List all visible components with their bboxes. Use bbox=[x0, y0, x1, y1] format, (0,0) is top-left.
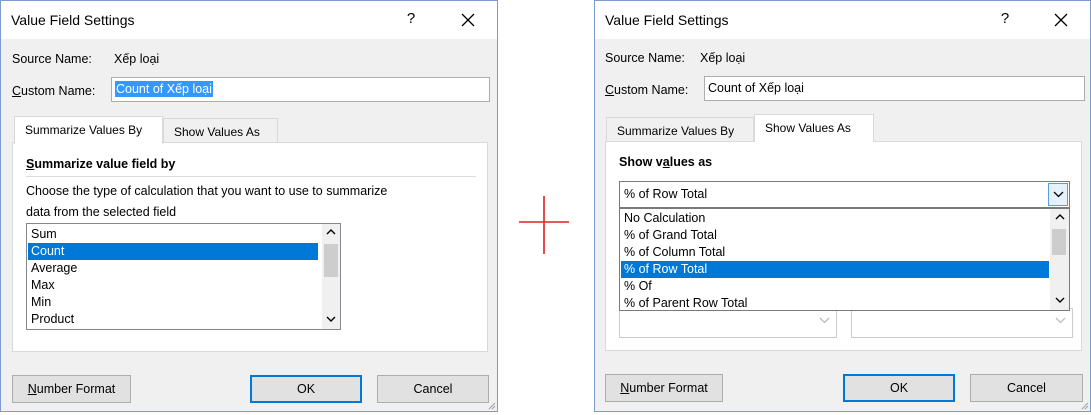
chevron-down-icon[interactable] bbox=[1051, 310, 1071, 336]
chevron-up-icon[interactable] bbox=[1050, 209, 1069, 226]
list-item-min[interactable]: Min bbox=[28, 294, 318, 311]
tab-show-values-as[interactable]: Show Values As bbox=[163, 118, 278, 143]
close-icon[interactable] bbox=[1050, 9, 1072, 31]
chevron-down-icon[interactable] bbox=[1048, 183, 1068, 206]
value-field-settings-dialog-right: Value Field Settings ? Source Name: Xếp … bbox=[594, 0, 1091, 412]
description-line-2: data from the selected field bbox=[26, 205, 177, 219]
custom-name-input[interactable]: Count of Xếp loại bbox=[111, 77, 490, 102]
base-item-dropdown[interactable] bbox=[851, 308, 1073, 338]
chevron-down-icon[interactable] bbox=[322, 312, 340, 329]
chevron-down-icon[interactable] bbox=[815, 310, 835, 336]
title-bar: Value Field Settings ? bbox=[595, 1, 1090, 39]
dropdown-item-percent-of[interactable]: % Of bbox=[621, 278, 1049, 295]
dropdown-item-column-total[interactable]: % of Column Total bbox=[621, 244, 1049, 261]
tab-show-values-as[interactable]: Show Values As bbox=[754, 114, 874, 142]
base-field-dropdown[interactable] bbox=[619, 308, 837, 338]
chevron-down-icon[interactable] bbox=[1050, 293, 1069, 310]
list-item-average[interactable]: Average bbox=[28, 260, 318, 277]
source-name-value: Xếp loại bbox=[114, 52, 160, 66]
tab-panel: Show values as % of Row Total No Calcula… bbox=[605, 141, 1082, 351]
title-bar: Value Field Settings ? bbox=[1, 1, 497, 39]
dropdown-item-no-calculation[interactable]: No Calculation bbox=[621, 210, 1049, 227]
help-button[interactable]: ? bbox=[401, 9, 421, 29]
source-name-label: Source Name: bbox=[605, 51, 685, 65]
section-title: Summarize value field by bbox=[26, 157, 176, 171]
scrollbar-thumb[interactable] bbox=[324, 244, 338, 277]
ok-button[interactable]: OK bbox=[843, 374, 955, 402]
source-name-label: Source Name: bbox=[12, 52, 92, 66]
custom-name-label: Custom Name: bbox=[12, 84, 96, 98]
cancel-button[interactable]: Cancel bbox=[377, 375, 489, 403]
list-item-count[interactable]: Count bbox=[28, 243, 318, 260]
chevron-up-icon[interactable] bbox=[322, 224, 340, 241]
source-name-value: Xếp loại bbox=[700, 51, 746, 65]
dropdown-scrollbar[interactable] bbox=[1050, 209, 1069, 310]
tab-panel: Summarize value field by Choose the type… bbox=[12, 142, 488, 352]
close-icon[interactable] bbox=[457, 9, 479, 31]
number-format-button[interactable]: Number Format bbox=[605, 374, 723, 402]
plus-icon bbox=[519, 196, 569, 254]
number-format-button[interactable]: Number Format bbox=[12, 375, 131, 403]
section-separator bbox=[26, 176, 476, 177]
summarize-function-list[interactable]: Sum Count Average Max Min Product bbox=[26, 223, 341, 330]
list-scrollbar[interactable] bbox=[322, 224, 340, 329]
dropdown-item-parent-row-total[interactable]: % of Parent Row Total bbox=[621, 295, 1049, 310]
list-item-sum[interactable]: Sum bbox=[28, 226, 318, 243]
tab-summarize-values-by[interactable]: Summarize Values By bbox=[14, 116, 163, 144]
selected-text: Count of Xếp loại bbox=[115, 81, 213, 97]
value-field-settings-dialog-left: Value Field Settings ? Source Name: Xếp … bbox=[0, 0, 498, 412]
show-values-as-dropdown[interactable]: % of Row Total bbox=[619, 181, 1070, 208]
resize-grip-icon[interactable] bbox=[1079, 400, 1089, 410]
show-values-as-dropdown-list[interactable]: No Calculation % of Grand Total % of Col… bbox=[619, 208, 1070, 311]
dropdown-item-grand-total[interactable]: % of Grand Total bbox=[621, 227, 1049, 244]
resize-grip-icon[interactable] bbox=[486, 400, 496, 410]
custom-name-input[interactable]: Count of Xếp loại bbox=[704, 76, 1085, 101]
help-button[interactable]: ? bbox=[995, 9, 1015, 29]
dropdown-selected-value: % of Row Total bbox=[624, 187, 708, 201]
list-item-product[interactable]: Product bbox=[28, 311, 318, 328]
ok-button[interactable]: OK bbox=[250, 375, 362, 403]
dialog-title: Value Field Settings bbox=[605, 12, 729, 28]
list-item-max[interactable]: Max bbox=[28, 277, 318, 294]
dropdown-item-row-total[interactable]: % of Row Total bbox=[621, 261, 1049, 278]
custom-name-label: Custom Name: bbox=[605, 83, 689, 97]
description-line-1: Choose the type of calculation that you … bbox=[26, 184, 388, 198]
tab-summarize-values-by[interactable]: Summarize Values By bbox=[606, 117, 754, 142]
scrollbar-thumb[interactable] bbox=[1052, 229, 1066, 255]
dialog-title: Value Field Settings bbox=[11, 12, 135, 28]
cancel-button[interactable]: Cancel bbox=[970, 374, 1083, 402]
section-title: Show values as bbox=[619, 155, 713, 169]
